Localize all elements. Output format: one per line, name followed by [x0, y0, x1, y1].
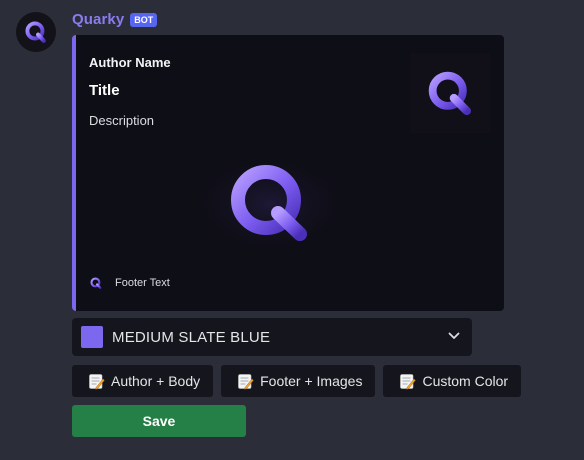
- memo-icon: [238, 373, 254, 390]
- custom-color-button[interactable]: Custom Color: [383, 365, 522, 397]
- footer-logo-icon: [90, 277, 102, 289]
- save-button[interactable]: Save: [72, 405, 246, 437]
- memo-icon: [400, 373, 417, 390]
- chevron-down-icon: [448, 332, 460, 339]
- quarky-logo-icon: [428, 71, 471, 116]
- selected-color-label: MEDIUM SLATE BLUE: [112, 328, 271, 346]
- bot-avatar[interactable]: [16, 12, 56, 52]
- footer-images-button-label: Footer + Images: [260, 373, 363, 389]
- author-body-button[interactable]: Author + Body: [72, 365, 214, 397]
- embed-description: Description: [89, 113, 155, 128]
- embed-footer-text: Footer Text: [115, 277, 170, 289]
- edit-button-row: Author + Body Footer + Images Custom Col…: [72, 365, 522, 397]
- message-header: Quarky BOT: [72, 11, 158, 28]
- bot-name[interactable]: Quarky: [72, 11, 124, 28]
- embed-title: Title: [89, 82, 120, 99]
- embed-footer: Footer Text: [89, 276, 170, 290]
- bot-badge: BOT: [130, 13, 158, 27]
- color-select-dropdown[interactable]: MEDIUM SLATE BLUE: [72, 318, 472, 356]
- embed-main-image[interactable]: [182, 149, 358, 259]
- custom-color-button-label: Custom Color: [422, 373, 509, 389]
- embed-preview: Author Name Title Description Footer Tex…: [72, 35, 504, 311]
- quarky-logo-icon: [25, 21, 46, 43]
- author-body-button-label: Author + Body: [111, 373, 201, 389]
- color-swatch: [81, 326, 103, 348]
- embed-thumbnail[interactable]: [410, 53, 490, 133]
- save-button-label: Save: [142, 413, 176, 429]
- quarky-logo-icon: [184, 150, 356, 258]
- embed-author-name: Author Name: [89, 55, 171, 70]
- footer-images-button[interactable]: Footer + Images: [221, 365, 376, 397]
- memo-icon: [89, 373, 105, 390]
